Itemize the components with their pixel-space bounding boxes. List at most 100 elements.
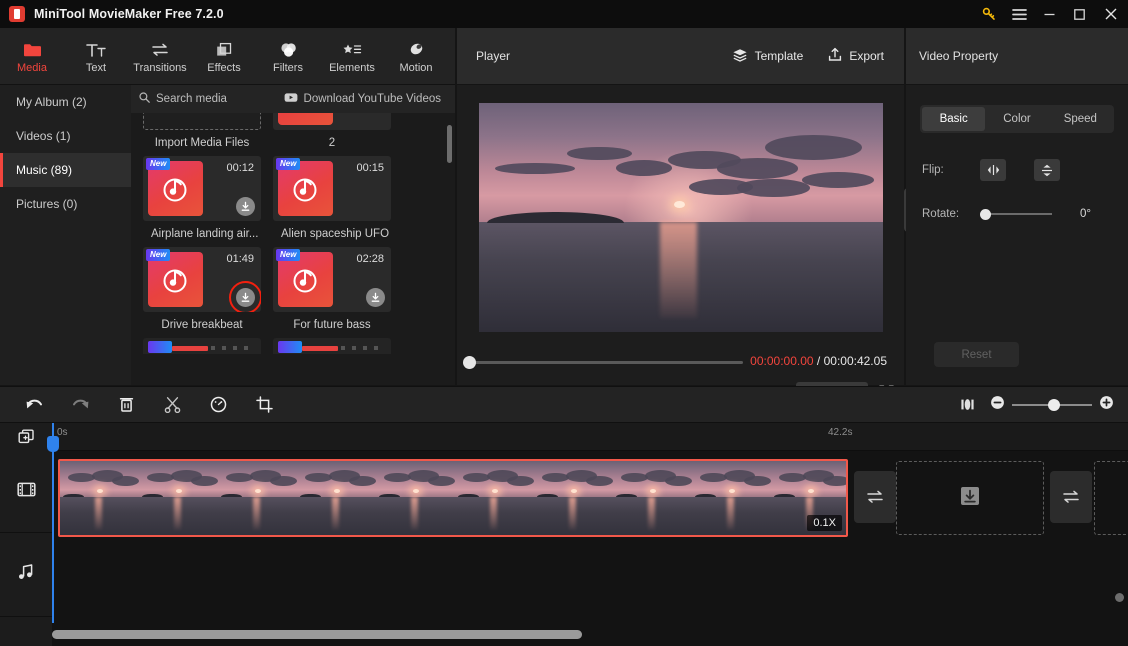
import-media-dropzone[interactable]: [143, 113, 261, 130]
media-drop-area[interactable]: [896, 461, 1044, 535]
download-icon[interactable]: [236, 197, 255, 216]
media-thumbnail[interactable]: New 02:28: [273, 247, 391, 312]
video-track-header[interactable]: [0, 451, 52, 533]
media-scrollbar[interactable]: [447, 125, 452, 163]
redo-button[interactable]: [57, 386, 103, 423]
media-thumbnail[interactable]: [273, 338, 391, 354]
ribbon-tab-effects[interactable]: Effects: [192, 28, 256, 85]
media-thumbnail[interactable]: New 00:12: [143, 156, 261, 221]
video-track[interactable]: 0.1X: [52, 451, 1128, 539]
timeline-ruler[interactable]: 0s 42.2s: [52, 423, 1128, 451]
delete-button[interactable]: [103, 386, 149, 423]
ribbon-tab-motion[interactable]: Motion: [384, 28, 448, 85]
close-button[interactable]: [1094, 0, 1128, 28]
tab-speed[interactable]: Speed: [1049, 107, 1112, 131]
progress-track[interactable]: [468, 361, 743, 364]
media-panel: Search media Download YouTube Videos Imp…: [131, 85, 455, 385]
key-icon[interactable]: [974, 0, 1004, 28]
media-item-partial[interactable]: 2: [273, 113, 391, 152]
current-time: 00:00:00.00: [750, 354, 814, 368]
text-icon: [86, 39, 106, 58]
media-drop-slot[interactable]: [1094, 461, 1128, 535]
video-clip[interactable]: 0.1X: [58, 459, 848, 537]
timeline-zoom-group: [944, 386, 1114, 423]
rotate-row: Rotate: 0°: [906, 207, 1128, 221]
audio-track-header[interactable]: [0, 533, 52, 617]
ribbon-tab-text[interactable]: Text: [64, 28, 128, 85]
menu-icon[interactable]: [1004, 0, 1034, 28]
export-icon: [828, 47, 842, 65]
ribbon-label: Text: [85, 61, 107, 74]
progress-handle[interactable]: [463, 356, 476, 369]
rotate-label: Rotate:: [922, 208, 960, 220]
rotate-track[interactable]: [984, 213, 1052, 215]
tab-color[interactable]: Color: [985, 107, 1048, 131]
crop-button[interactable]: [241, 386, 287, 423]
maximize-button[interactable]: [1064, 0, 1094, 28]
speed-button[interactable]: [195, 386, 241, 423]
search-input[interactable]: Search media: [139, 92, 227, 106]
sidebar-item-my-album[interactable]: My Album (2): [0, 85, 131, 119]
filters-icon: [279, 39, 298, 58]
audio-track-icon: [17, 563, 35, 586]
media-thumbnail[interactable]: New 01:49: [143, 247, 261, 312]
media-item[interactable]: New 01:49 Drive breakbeat: [143, 247, 261, 334]
timeline-tracks: 0.1X: [52, 451, 1128, 646]
media-item-label: Drive breakbeat: [161, 319, 243, 331]
video-preview[interactable]: [478, 103, 883, 332]
sidebar-item-pictures[interactable]: Pictures (0): [0, 187, 131, 221]
timeline-hscroll-area: [52, 630, 1122, 640]
media-item[interactable]: New 00:15 Alien spaceship UFO: [273, 156, 391, 243]
track-headers: [0, 423, 52, 646]
flip-horizontal-button[interactable]: [980, 159, 1006, 181]
transition-slot[interactable]: [854, 471, 896, 523]
zoom-handle[interactable]: [1048, 398, 1060, 411]
timeline-horizontal-scrollbar[interactable]: [52, 630, 582, 639]
add-media-button[interactable]: [0, 423, 52, 451]
reset-button[interactable]: Reset: [934, 342, 1019, 367]
title-bar: MiniTool MovieMaker Free 7.2.0: [0, 0, 1128, 28]
waveform: [172, 346, 208, 351]
template-button[interactable]: Template: [732, 48, 803, 65]
new-badge: [278, 341, 302, 353]
media-thumbnail[interactable]: [273, 113, 391, 130]
ribbon-tab-media[interactable]: Media: [0, 28, 64, 85]
timeline-vertical-scrollbar[interactable]: [1115, 593, 1124, 602]
minimize-button[interactable]: [1034, 0, 1064, 28]
playhead-handle[interactable]: [47, 436, 59, 452]
media-grid[interactable]: Import Media Files 2 New 00:12 Airplane …: [131, 113, 455, 385]
zoom-in-button[interactable]: [1099, 395, 1114, 415]
undo-button[interactable]: [11, 386, 57, 423]
ribbon-tab-elements[interactable]: Elements: [320, 28, 384, 85]
media-item[interactable]: New 02:28 For future bass: [273, 247, 391, 334]
media-thumbnail[interactable]: [143, 338, 261, 354]
clip-speed-badge: 0.1X: [807, 515, 842, 531]
media-row: Import Media Files 2: [143, 113, 443, 152]
zoom-out-button[interactable]: [990, 395, 1005, 415]
export-button[interactable]: Export: [828, 47, 884, 65]
ruler-start-label: 0s: [57, 427, 68, 438]
split-button[interactable]: [149, 386, 195, 423]
rotate-slider[interactable]: [980, 207, 1052, 221]
download-youtube-button[interactable]: Download YouTube Videos: [284, 92, 441, 106]
media-thumbnail[interactable]: New 00:15: [273, 156, 391, 221]
download-icon[interactable]: [366, 288, 385, 307]
ribbon-tab-transitions[interactable]: Transitions: [128, 28, 192, 85]
transition-slot[interactable]: [1050, 471, 1092, 523]
ribbon-tab-filters[interactable]: Filters: [256, 28, 320, 85]
sidebar-item-videos[interactable]: Videos (1): [0, 119, 131, 153]
rotate-handle[interactable]: [980, 209, 991, 220]
ribbon-label: Elements: [329, 61, 375, 74]
download-icon[interactable]: [229, 281, 261, 312]
audio-track[interactable]: [52, 539, 1128, 616]
timeline-zoom-slider[interactable]: [1012, 398, 1092, 412]
tab-basic[interactable]: Basic: [922, 107, 986, 131]
import-media-cell[interactable]: Import Media Files: [143, 113, 261, 152]
sidebar-item-music[interactable]: Music (89): [0, 153, 131, 187]
media-item[interactable]: New 00:12 Airplane landing air...: [143, 156, 261, 243]
property-title: Video Property: [919, 49, 999, 63]
rotate-value: 0°: [1080, 208, 1091, 220]
playback-progress[interactable]: 00:00:00.00 / 00:00:42.05: [457, 350, 904, 374]
split-view-button[interactable]: [944, 386, 990, 423]
flip-vertical-button[interactable]: [1034, 159, 1060, 181]
